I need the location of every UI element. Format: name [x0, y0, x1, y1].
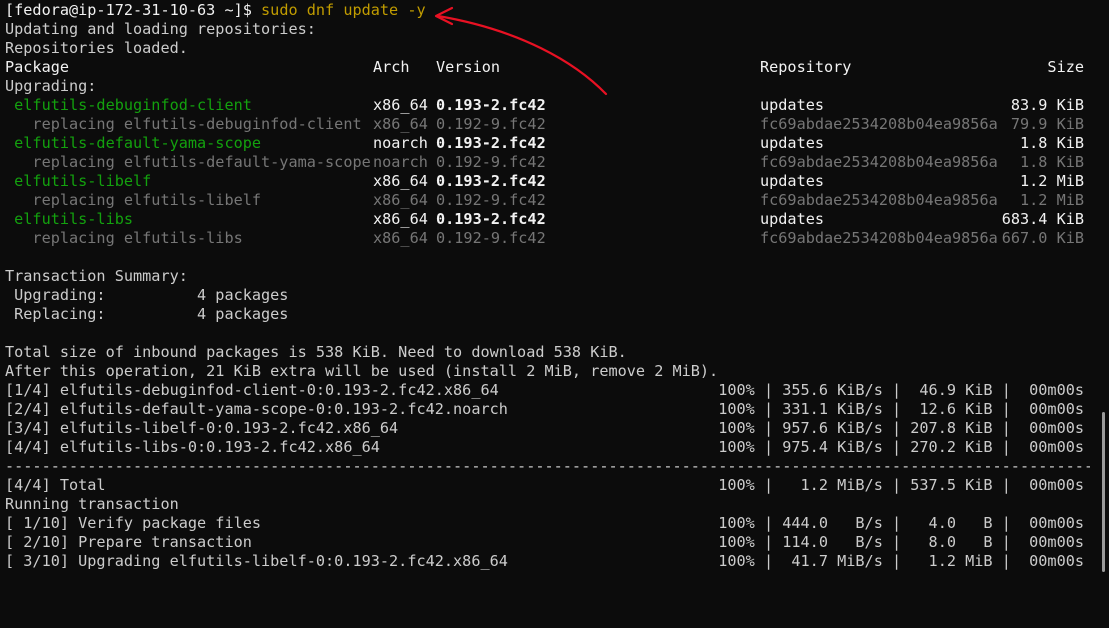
terminal-output[interactable]: [fedora@ip-172-31-10-63 ~]$ sudo dnf upd…: [5, 1, 1090, 571]
package-name: replacing elfutils-libelf: [5, 191, 262, 209]
total-row: [4/4] Total 100% | 1.2 MiB/s | 537.5 KiB…: [5, 476, 1090, 495]
package-size: 79.9 KiB: [1001, 115, 1084, 133]
download-name: [3/4] elfutils-libelf-0:0.193-2.fc42.x86…: [5, 419, 399, 437]
download-row: [3/4] elfutils-libelf-0:0.193-2.fc42.x86…: [5, 419, 1090, 438]
output-line: Repositories loaded.: [5, 39, 188, 57]
package-repo: fc69abdae2534208b04ea9856a: [760, 229, 998, 247]
download-name: [1/4] elfutils-debuginfod-client-0:0.193…: [5, 381, 499, 399]
step-row: [ 1/10] Verify package files 100% | 444.…: [5, 514, 1090, 533]
package-repo: fc69abdae2534208b04ea9856a: [760, 191, 998, 209]
package-repo: fc69abdae2534208b04ea9856a: [760, 115, 998, 133]
download-stats: 100% | 331.1 KiB/s | 12.6 KiB | 00m00s: [718, 400, 1084, 418]
package-name: elfutils-libelf: [5, 172, 152, 190]
package-repo: fc69abdae2534208b04ea9856a: [760, 153, 998, 171]
header-size: Size: [1047, 58, 1084, 76]
table-row: elfutils-libs x86_64 0.193-2.fc42 update…: [5, 210, 1090, 229]
total-name: [4/4] Total: [5, 476, 106, 494]
total-size-line: Total size of inbound packages is 538 Ki…: [5, 343, 627, 361]
header-package: Package: [5, 58, 70, 76]
package-version: 0.193-2.fc42: [436, 172, 546, 190]
package-version: 0.193-2.fc42: [436, 210, 546, 228]
package-arch: noarch: [373, 153, 428, 171]
package-size: 1.2 MiB: [1001, 172, 1084, 190]
table-row: replacing elfutils-default-yama-scope no…: [5, 153, 1090, 172]
step-stats: 100% | 444.0 B/s | 4.0 B | 00m00s: [718, 514, 1084, 532]
package-name: elfutils-default-yama-scope: [5, 134, 262, 152]
download-stats: 100% | 355.6 KiB/s | 46.9 KiB | 00m00s: [718, 381, 1084, 399]
summary-upgrading: Upgrading: 4 packages: [5, 286, 289, 304]
download-row: [2/4] elfutils-default-yama-scope-0:0.19…: [5, 400, 1090, 419]
package-version: 0.192-9.fc42: [436, 229, 546, 247]
download-row: [4/4] elfutils-libs-0:0.193-2.fc42.x86_6…: [5, 438, 1090, 457]
upgrading-label: Upgrading:: [5, 77, 97, 95]
package-name: replacing elfutils-libs: [5, 229, 243, 247]
package-size: 1.8 KiB: [1001, 153, 1084, 171]
table-row: elfutils-libelf x86_64 0.193-2.fc42 upda…: [5, 172, 1090, 191]
step-stats: 100% | 114.0 B/s | 8.0 B | 00m00s: [718, 533, 1084, 551]
download-row: [1/4] elfutils-debuginfod-client-0:0.193…: [5, 381, 1090, 400]
package-size: 1.2 MiB: [1001, 191, 1084, 209]
table-header: Package Arch Version Repository Size: [5, 58, 1090, 77]
header-version: Version: [436, 58, 501, 76]
step-stats: 100% | 41.7 MiB/s | 1.2 MiB | 00m00s: [718, 552, 1084, 570]
after-operation-line: After this operation, 21 KiB extra will …: [5, 362, 719, 380]
package-name: replacing elfutils-default-yama-scope: [5, 153, 371, 171]
total-stats: 100% | 1.2 MiB/s | 537.5 KiB | 00m00s: [718, 476, 1084, 494]
summary-replacing: Replacing: 4 packages: [5, 305, 289, 323]
package-version: 0.193-2.fc42: [436, 134, 546, 152]
package-name: replacing elfutils-debuginfod-client: [5, 115, 362, 133]
package-arch: x86_64: [373, 229, 428, 247]
package-version: 0.192-9.fc42: [436, 191, 546, 209]
package-arch: x86_64: [373, 191, 428, 209]
package-arch: x86_64: [373, 115, 428, 133]
download-stats: 100% | 975.4 KiB/s | 270.2 KiB | 00m00s: [718, 438, 1084, 456]
running-transaction: Running transaction: [5, 495, 179, 513]
separator-line: ----------------------------------------…: [5, 457, 1090, 475]
step-row: [ 2/10] Prepare transaction 100% | 114.0…: [5, 533, 1090, 552]
shell-prompt: [fedora@ip-172-31-10-63 ~]$: [5, 1, 262, 19]
summary-title: Transaction Summary:: [5, 267, 188, 285]
scrollbar-thumb[interactable]: [1102, 412, 1105, 572]
package-repo: updates: [760, 210, 825, 228]
package-repo: updates: [760, 172, 825, 190]
package-repo: updates: [760, 96, 825, 114]
package-version: 0.192-9.fc42: [436, 153, 546, 171]
prompt-line: [fedora@ip-172-31-10-63 ~]$ sudo dnf upd…: [5, 1, 1090, 20]
table-row: replacing elfutils-libelf x86_64 0.192-9…: [5, 191, 1090, 210]
package-arch: x86_64: [373, 96, 428, 114]
output-line: Updating and loading repositories:: [5, 20, 316, 38]
header-arch: Arch: [373, 58, 410, 76]
download-name: [4/4] elfutils-libs-0:0.193-2.fc42.x86_6…: [5, 438, 380, 456]
download-stats: 100% | 957.6 KiB/s | 207.8 KiB | 00m00s: [718, 419, 1084, 437]
package-size: 683.4 KiB: [1001, 210, 1084, 228]
package-arch: x86_64: [373, 210, 428, 228]
package-name: elfutils-debuginfod-client: [5, 96, 252, 114]
header-repository: Repository: [760, 58, 852, 76]
package-version: 0.192-9.fc42: [436, 115, 546, 133]
package-name: elfutils-libs: [5, 210, 134, 228]
table-row: elfutils-default-yama-scope noarch 0.193…: [5, 134, 1090, 153]
package-size: 83.9 KiB: [1001, 96, 1084, 114]
table-row: elfutils-debuginfod-client x86_64 0.193-…: [5, 96, 1090, 115]
package-size: 1.8 KiB: [1001, 134, 1084, 152]
download-name: [2/4] elfutils-default-yama-scope-0:0.19…: [5, 400, 508, 418]
step-name: [ 2/10] Prepare transaction: [5, 533, 252, 551]
command-text: sudo dnf update -y: [261, 1, 426, 19]
package-version: 0.193-2.fc42: [436, 96, 546, 114]
package-arch: noarch: [373, 134, 428, 152]
table-row: replacing elfutils-libs x86_64 0.192-9.f…: [5, 229, 1090, 248]
table-row: replacing elfutils-debuginfod-client x86…: [5, 115, 1090, 134]
step-row: [ 3/10] Upgrading elfutils-libelf-0:0.19…: [5, 552, 1090, 571]
package-repo: updates: [760, 134, 825, 152]
step-name: [ 3/10] Upgrading elfutils-libelf-0:0.19…: [5, 552, 508, 570]
package-size: 667.0 KiB: [1001, 229, 1084, 247]
step-name: [ 1/10] Verify package files: [5, 514, 262, 532]
package-arch: x86_64: [373, 172, 428, 190]
